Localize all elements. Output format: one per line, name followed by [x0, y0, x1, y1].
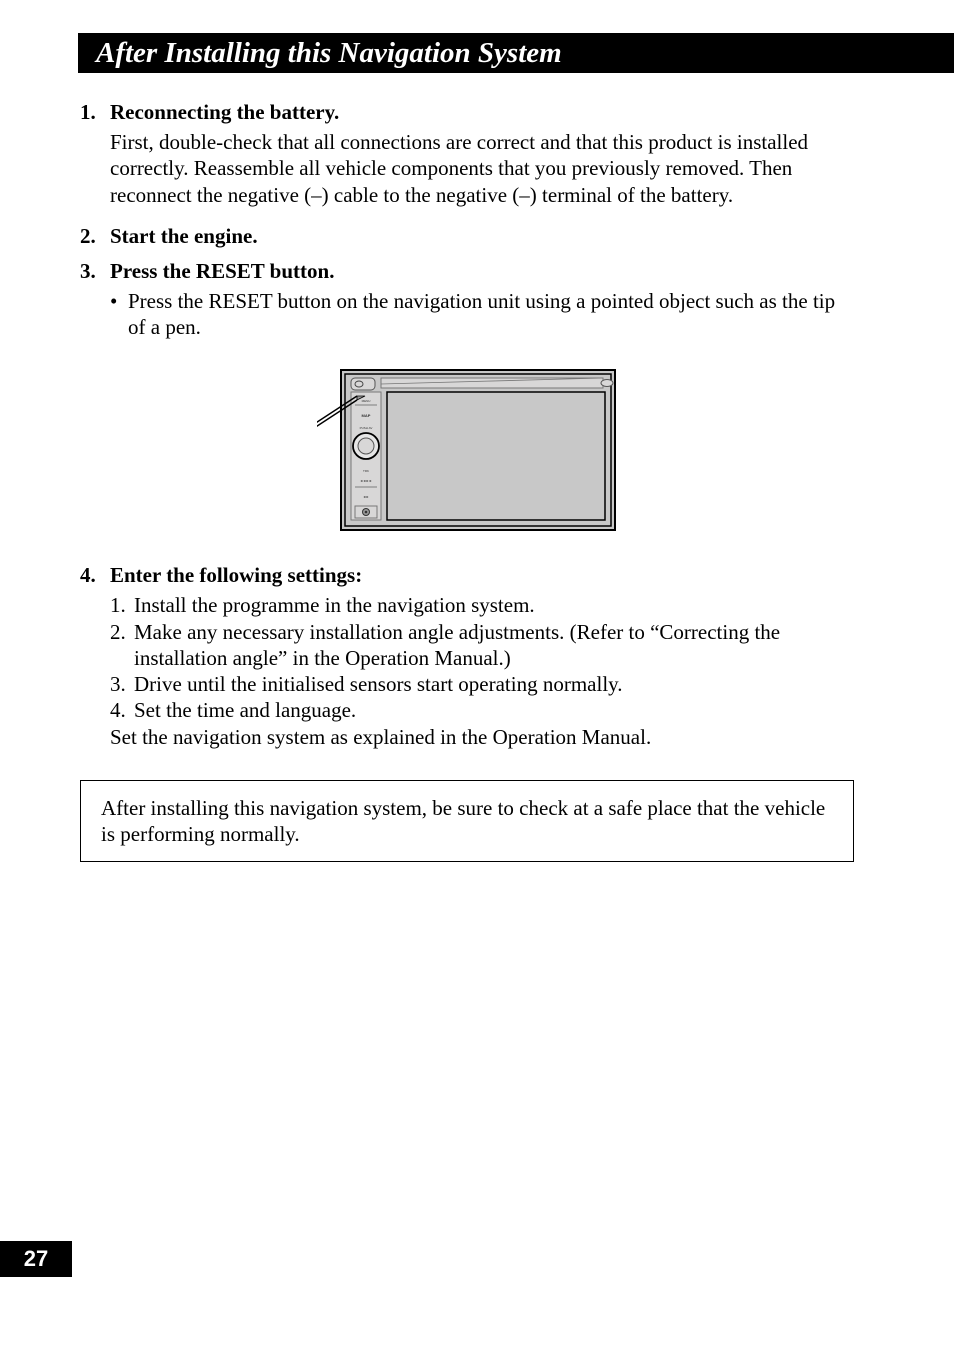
substep-text: Make any necessary installation angle ad… — [134, 619, 854, 672]
note-box: After installing this navigation system,… — [80, 780, 854, 863]
document-page: After Installing this Navigation System … — [0, 0, 954, 1355]
step-1: 1. Reconnecting the battery. First, doub… — [80, 100, 854, 218]
section-title-bar: After Installing this Navigation System — [78, 33, 954, 73]
content-area: 1. Reconnecting the battery. First, doub… — [80, 100, 854, 862]
label-trk: TRK — [363, 469, 369, 473]
bullet-item: • Press the RESET button on the navigati… — [110, 288, 854, 341]
svg-text:◂ ▸: ◂ ▸ — [363, 494, 368, 499]
note-text: After installing this navigation system,… — [101, 796, 825, 846]
step-2: 2. Start the engine. — [80, 224, 854, 253]
step-tail-text: Set the navigation system as explained i… — [110, 724, 854, 750]
step-number: 4. — [80, 563, 110, 750]
step-body: Enter the following settings: 1. Install… — [110, 563, 854, 750]
substep: 4. Set the time and language. — [110, 697, 854, 723]
bullet-text: Press the RESET button on the navigation… — [128, 288, 854, 341]
step-body: Reconnecting the battery. First, double-… — [110, 100, 854, 218]
step-title: Reconnecting the battery. — [110, 100, 854, 125]
substep: 1. Install the programme in the navigati… — [110, 592, 854, 618]
step-paragraph: First, double-check that all connections… — [110, 129, 854, 208]
substep-text: Install the programme in the navigation … — [134, 592, 854, 618]
step-title: Start the engine. — [110, 224, 854, 249]
step-title: Press the RESET button. — [110, 259, 854, 284]
substep: 2. Make any necessary installation angle… — [110, 619, 854, 672]
step-body: Start the engine. — [110, 224, 854, 253]
section-title: After Installing this Navigation System — [96, 37, 562, 70]
page-number: 27 — [24, 1246, 48, 1272]
bullet-marker: • — [110, 288, 128, 341]
substep-text: Drive until the initialised sensors star… — [134, 671, 854, 697]
step-number: 2. — [80, 224, 110, 253]
navigation-unit-illustration: MENU MAP PUSH AV TRK ◂ ◂ ▸ ▸ ◂ ▸ — [317, 368, 617, 533]
substep-number: 1. — [110, 592, 134, 618]
page-number-tab: 27 — [0, 1241, 72, 1277]
step-body: Press the RESET button. • Press the RESE… — [110, 259, 854, 351]
substep: 3. Drive until the initialised sensors s… — [110, 671, 854, 697]
device-figure: MENU MAP PUSH AV TRK ◂ ◂ ▸ ▸ ◂ ▸ — [80, 368, 854, 533]
label-map: MAP — [362, 413, 371, 418]
step-3: 3. Press the RESET button. • Press the R… — [80, 259, 854, 351]
label-menu: MENU — [362, 399, 371, 403]
substep-number: 4. — [110, 697, 134, 723]
step-4: 4. Enter the following settings: 1. Inst… — [80, 563, 854, 750]
svg-text:◂ ◂ ▸ ▸: ◂ ◂ ▸ ▸ — [360, 478, 371, 483]
step-number: 3. — [80, 259, 110, 351]
label-pushav: PUSH AV — [360, 426, 373, 430]
step-title: Enter the following settings: — [110, 563, 854, 588]
substep-number: 3. — [110, 671, 134, 697]
substep-text: Set the time and language. — [134, 697, 854, 723]
substep-number: 2. — [110, 619, 134, 672]
step-number: 1. — [80, 100, 110, 218]
